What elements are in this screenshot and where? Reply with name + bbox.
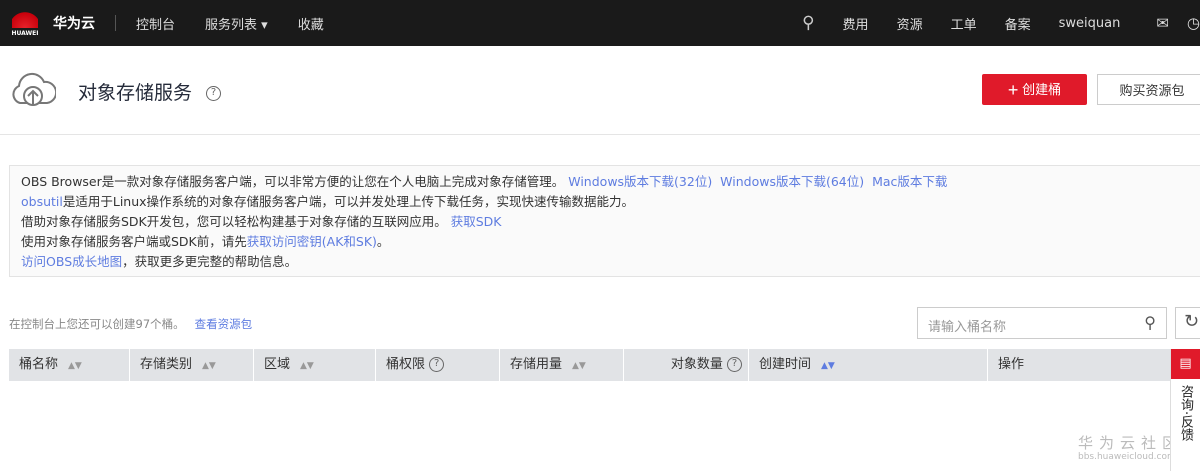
search-icon[interactable]: ⚲ (1144, 313, 1156, 332)
mail-icon[interactable]: ✉ (1156, 14, 1169, 32)
bucket-search-input[interactable]: 请输入桶名称 ⚲ (917, 307, 1167, 339)
help-icon[interactable]: ? (429, 357, 445, 372)
get-access-key-link[interactable]: 获取访问密钥(AK和SK) (247, 234, 377, 249)
cloud-upload-icon (12, 72, 56, 106)
growth-map-link[interactable]: 访问OBS成长地图 (21, 254, 122, 269)
user-menu[interactable]: sweiquan (1059, 16, 1121, 31)
plus-icon: + (1007, 79, 1019, 100)
sort-icon[interactable]: ▲▼ (572, 361, 586, 371)
nav-resources[interactable]: 资源 (897, 14, 923, 33)
clock-icon[interactable]: ◷ (1187, 14, 1200, 32)
search-icon[interactable]: ⚲ (802, 13, 814, 33)
sort-icon[interactable]: ▲▼ (300, 361, 314, 371)
view-resource-package-link[interactable]: 查看资源包 (195, 317, 253, 331)
refresh-button[interactable]: ↻ (1175, 307, 1200, 339)
feedback-label[interactable]: 咨询·反馈 (1176, 379, 1195, 441)
page-title: 对象存储服务 ? (78, 78, 222, 105)
brand-name[interactable]: 华为云 (53, 13, 95, 33)
column-storage-class[interactable]: 存储类别 ▲▼ (130, 349, 254, 381)
top-navbar: HUAWEI 华为云 控制台 服务列表 ▾ 收藏 ⚲ 费用 资源 工单 备案 s… (0, 0, 1200, 46)
divider (115, 15, 116, 31)
help-icon[interactable]: ? (206, 86, 222, 101)
sort-icon[interactable]: ▲▼ (821, 361, 835, 371)
column-creation-time[interactable]: 创建时间 ▲▼ (749, 349, 988, 381)
create-bucket-button[interactable]: + 创建桶 (982, 74, 1087, 105)
feedback-float[interactable]: ▤ 咨询·反馈 (1170, 349, 1200, 471)
buy-resource-package-button[interactable]: 购买资源包 (1097, 74, 1200, 105)
download-win32-link[interactable]: Windows版本下载(32位) (568, 174, 712, 189)
divider (0, 134, 1200, 135)
column-actions: 操作 (988, 349, 1188, 381)
refresh-icon: ↻ (1184, 311, 1200, 332)
nav-service-list[interactable]: 服务列表 ▾ (205, 14, 268, 33)
column-bucket-policy: 桶权限 ? (376, 349, 500, 381)
column-bucket-name[interactable]: 桶名称 ▲▼ (9, 349, 130, 381)
nav-tickets[interactable]: 工单 (951, 14, 977, 33)
huawei-logo[interactable]: HUAWEI (1, 9, 49, 37)
watermark-title: 华为云社区 (1078, 434, 1184, 452)
nav-console[interactable]: 控制台 (136, 14, 175, 33)
download-win64-link[interactable]: Windows版本下载(64位) (720, 174, 864, 189)
watermark-url: bbs.huaweicloud.com (1078, 452, 1176, 462)
obsutil-link[interactable]: obsutil (21, 194, 63, 209)
column-region[interactable]: 区域 ▲▼ (254, 349, 376, 381)
download-mac-link[interactable]: Mac版本下载 (872, 174, 947, 189)
sort-icon[interactable]: ▲▼ (68, 361, 82, 371)
nav-favorites[interactable]: 收藏 (298, 14, 324, 33)
bucket-quota: 在控制台上您还可以创建97个桶。 查看资源包 (9, 317, 253, 331)
info-panel: OBS Browser是一款对象存储服务客户端，可以非常方便的让您在个人电脑上完… (9, 165, 1200, 277)
nav-billing[interactable]: 费用 (843, 14, 869, 33)
column-storage-usage[interactable]: 存储用量 ▲▼ (500, 349, 624, 381)
sort-icon[interactable]: ▲▼ (202, 361, 216, 371)
column-object-count: 对象数量 ? (624, 349, 749, 381)
help-icon[interactable]: ? (727, 357, 742, 372)
chat-icon[interactable]: ▤ (1171, 349, 1200, 379)
table-header: 桶名称 ▲▼ 存储类别 ▲▼ 区域 ▲▼ 桶权限 ? 存储用量 ▲▼ 对象数量 ? 创建… (9, 349, 1200, 381)
get-sdk-link[interactable]: 获取SDK (451, 214, 502, 229)
nav-filing[interactable]: 备案 (1005, 14, 1031, 33)
